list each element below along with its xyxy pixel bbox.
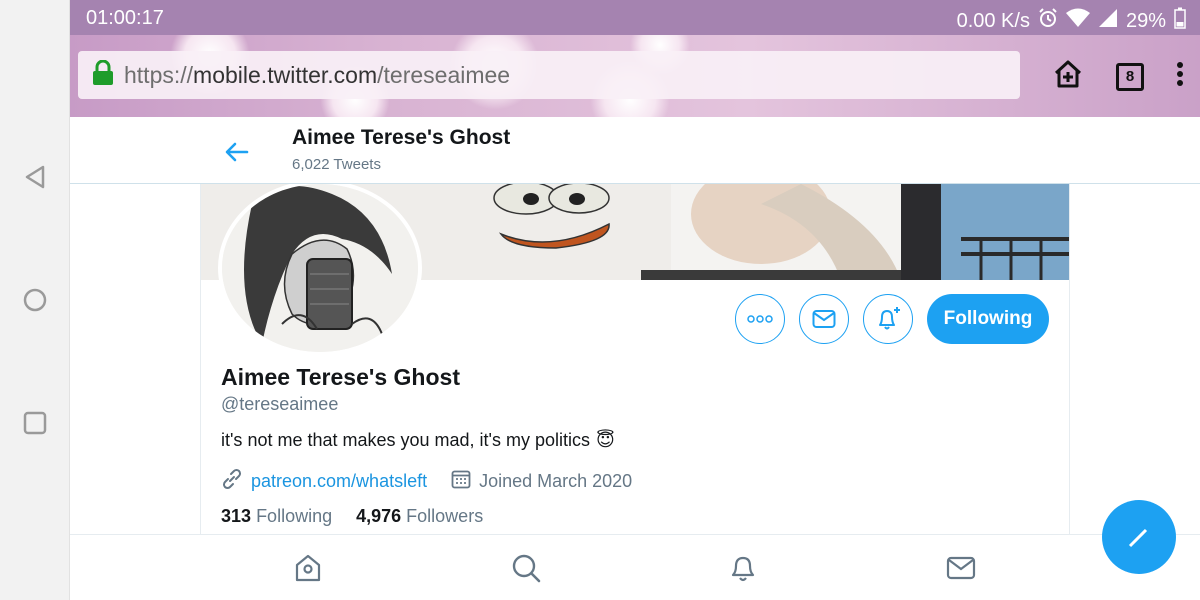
more-options-button[interactable] <box>735 294 785 344</box>
profile-name: Aimee Terese's Ghost <box>221 364 460 390</box>
home-plus-icon[interactable] <box>1052 58 1084 95</box>
following-button[interactable]: Following <box>927 294 1049 344</box>
header-tweet-count: 6,022 Tweets <box>292 156 381 173</box>
header-title: Aimee Terese's Ghost <box>292 126 511 149</box>
android-nav-rail <box>0 0 70 600</box>
more-dots-icon <box>747 315 773 323</box>
profile-bio: it's not me that makes you mad, it's my … <box>221 430 615 451</box>
wifi-icon <box>1065 8 1090 34</box>
compose-feather-icon <box>1128 528 1148 548</box>
recents-square-icon[interactable] <box>20 408 50 438</box>
status-time: 01:00:17 <box>86 7 164 29</box>
bottom-tab-bar <box>70 534 1200 600</box>
tab-switcher-button[interactable]: 8 <box>1116 62 1144 91</box>
following-stat[interactable]: 313 Following <box>221 506 332 527</box>
bell-plus-icon <box>879 307 900 330</box>
followers-stat[interactable]: 4,976 Followers <box>356 506 483 527</box>
lock-icon <box>92 59 114 91</box>
status-right-group: 0.00 K/s 29% <box>957 7 1186 35</box>
back-arrow-icon[interactable] <box>222 137 252 167</box>
home-circle-icon[interactable] <box>20 285 50 315</box>
profile-stats: 313 Following 4,976 Followers <box>221 506 483 527</box>
overflow-menu-icon[interactable] <box>1176 61 1184 92</box>
profile-meta: patreon.com/whatsleft Joined March 2020 <box>221 468 632 495</box>
calendar-icon <box>451 469 471 494</box>
battery-level: 29% <box>1125 9 1166 32</box>
compose-tweet-button[interactable] <box>1102 500 1176 574</box>
envelope-icon <box>812 310 836 328</box>
profile-website-link[interactable]: patreon.com/whatsleft <box>251 471 427 492</box>
notify-button[interactable] <box>863 294 913 344</box>
status-bar: 01:00:17 0.00 K/s 29% <box>70 0 1200 35</box>
profile-actions: Following <box>735 294 1049 344</box>
search-icon[interactable] <box>510 552 542 584</box>
message-button[interactable] <box>799 294 849 344</box>
signal-icon <box>1098 8 1118 34</box>
browser-toolbar: https://mobile.twitter.com/tereseaimee 8 <box>70 35 1200 117</box>
link-icon <box>221 468 243 495</box>
messages-icon[interactable] <box>945 552 977 584</box>
bio-text: it's not me that makes you mad, it's my … <box>221 430 590 450</box>
battery-icon <box>1174 7 1186 35</box>
home-icon[interactable] <box>292 552 324 584</box>
profile-joined-date: Joined March 2020 <box>479 471 633 491</box>
profile-card: Following Aimee Terese's Ghost @tereseai… <box>200 184 1070 534</box>
browser-actions: 8 <box>1052 58 1184 95</box>
net-speed: 0.00 K/s <box>956 9 1030 32</box>
angel-emoji: 😇 <box>596 430 615 450</box>
notifications-icon[interactable] <box>727 552 759 584</box>
url-bar[interactable]: https://mobile.twitter.com/tereseaimee <box>78 51 1020 99</box>
profile-handle: @tereseaimee <box>221 394 339 414</box>
alarm-icon <box>1038 8 1058 34</box>
back-triangle-icon[interactable] <box>20 162 50 192</box>
url-text[interactable]: https://mobile.twitter.com/tereseaimee <box>124 62 510 89</box>
profile-header-bar: Aimee Terese's Ghost 6,022 Tweets <box>70 117 1200 184</box>
profile-avatar[interactable] <box>218 184 422 356</box>
